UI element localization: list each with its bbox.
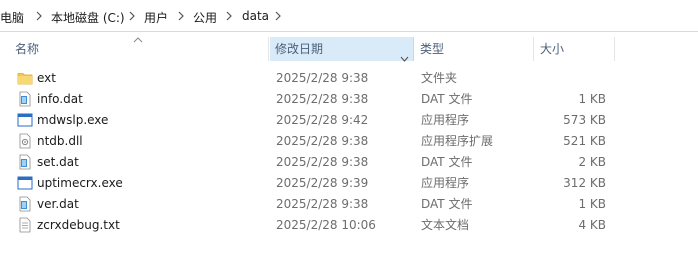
column-header-modified-label: 修改日期 [275,42,324,56]
chevron-right-icon[interactable] [34,10,44,22]
column-header-type-label: 类型 [420,42,445,56]
file-name: zcrxdebug.txt [37,218,120,232]
file-type: 文件夹 [421,71,458,85]
breadcrumb-item-computer[interactable]: 电脑 [0,9,24,26]
file-type: 应用程序 [421,176,470,190]
file-size: 1 KB [578,92,606,106]
column-header-modified[interactable]: 修改日期 [270,37,414,62]
file-size: 4 KB [578,218,606,232]
file-row[interactable]: ntdb.dll 2025/2/28 9:38 应用程序扩展 521 KB [0,131,698,152]
column-header-name-label: 名称 [15,42,40,56]
file-size: 312 KB [563,176,606,190]
file-modified: 2025/2/28 9:38 [276,155,369,169]
file-modified: 2025/2/28 9:42 [276,113,369,127]
file-name: ext [37,71,56,85]
file-type: 文本文档 [421,218,470,232]
column-header-size[interactable]: 大小 [535,37,615,61]
file-size: 1 KB [578,197,606,211]
file-modified: 2025/2/28 9:38 [276,71,369,85]
dat-file-icon [17,91,33,107]
dll-file-icon [17,133,33,149]
breadcrumb-item-local-disk[interactable]: 本地磁盘 (C:) [51,9,125,26]
file-size: 2 KB [578,155,606,169]
column-header-type[interactable]: 类型 [415,37,533,61]
text-file-icon [17,217,33,233]
chevron-right-icon[interactable] [176,10,186,22]
file-row[interactable]: zcrxdebug.txt 2025/2/28 10:06 文本文档 4 KB [0,215,698,236]
file-name: uptimecrx.exe [37,176,123,190]
column-header-name[interactable]: 名称 [10,37,260,61]
file-modified: 2025/2/28 9:38 [276,92,369,106]
file-row[interactable]: info.dat 2025/2/28 9:38 DAT 文件 1 KB [0,89,698,110]
file-name: mdwslp.exe [37,113,109,127]
file-row[interactable]: uptimecrx.exe 2025/2/28 9:39 应用程序 312 KB [0,173,698,194]
column-divider[interactable] [614,37,615,61]
file-type: 应用程序 [421,113,470,127]
file-name: ver.dat [37,197,79,211]
address-bar[interactable]: 电脑 本地磁盘 (C:) 用户 公用 data [0,0,698,32]
file-modified: 2025/2/28 10:06 [276,218,376,232]
column-header-size-label: 大小 [540,42,565,56]
chevron-right-icon[interactable] [273,10,283,22]
file-modified: 2025/2/28 9:39 [276,176,369,190]
file-name: ntdb.dll [37,134,83,148]
folder-icon [17,70,33,86]
file-size: 521 KB [563,134,606,148]
dat-file-icon [17,196,33,212]
file-modified: 2025/2/28 9:38 [276,197,369,211]
file-type: DAT 文件 [421,92,473,106]
column-header: 名称 修改日期 类型 大小 [0,37,698,62]
file-size: 573 KB [563,113,606,127]
column-divider[interactable] [268,37,269,61]
chevron-right-icon[interactable] [127,10,137,22]
breadcrumb-item-data[interactable]: data [242,9,269,23]
file-name: set.dat [37,155,79,169]
dat-file-icon [17,154,33,170]
breadcrumb-item-public[interactable]: 公用 [193,9,217,26]
file-modified: 2025/2/28 9:38 [276,134,369,148]
file-type: 应用程序扩展 [421,134,494,148]
file-name: info.dat [37,92,83,106]
column-divider[interactable] [533,37,534,61]
chevron-down-icon[interactable] [400,46,409,62]
exe-file-icon [17,175,33,191]
file-row[interactable]: ext 2025/2/28 9:38 文件夹 [0,68,698,89]
file-type: DAT 文件 [421,197,473,211]
exe-file-icon [17,112,33,128]
file-type: DAT 文件 [421,155,473,169]
breadcrumb-item-users[interactable]: 用户 [144,9,168,26]
file-row[interactable]: set.dat 2025/2/28 9:38 DAT 文件 2 KB [0,152,698,173]
file-row[interactable]: ver.dat 2025/2/28 9:38 DAT 文件 1 KB [0,194,698,215]
file-row[interactable]: mdwslp.exe 2025/2/28 9:42 应用程序 573 KB [0,110,698,131]
chevron-right-icon[interactable] [224,10,234,22]
